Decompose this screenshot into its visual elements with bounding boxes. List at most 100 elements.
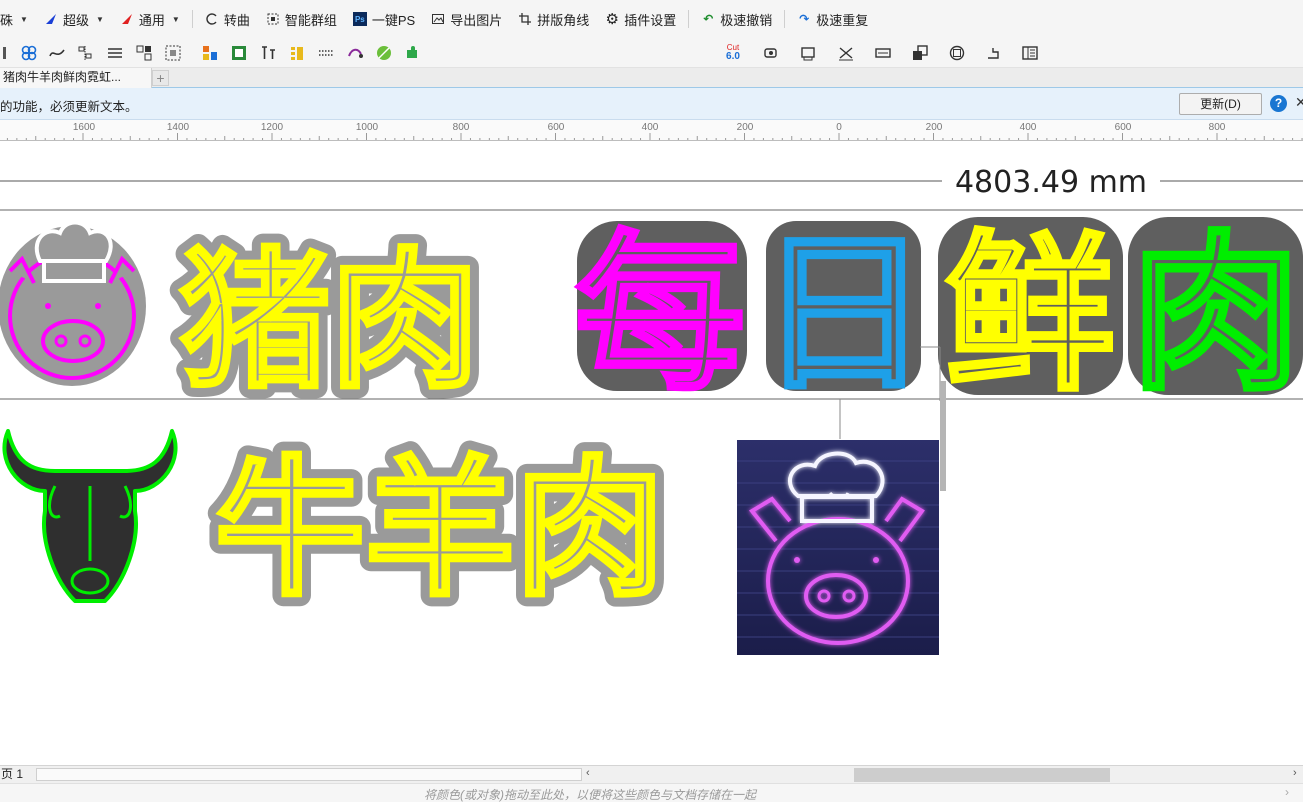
- palette-hint: 将颜色(或对象)拖动至此处，以便将这些颜色与文档存储在一起: [424, 788, 756, 802]
- scroll-right-arrow[interactable]: ›: [1293, 767, 1297, 779]
- list-icon: [291, 47, 303, 60]
- panel-toggle-button[interactable]: [1019, 43, 1041, 63]
- convert-curve-button[interactable]: 转曲: [197, 5, 258, 33]
- text-layout-icon: [262, 46, 275, 59]
- smart-fill-button[interactable]: [18, 43, 40, 63]
- grid-dots-icon: [319, 50, 333, 56]
- layer-tool-button[interactable]: [909, 43, 931, 63]
- keyboard-icon: [875, 48, 891, 58]
- page-tab-1[interactable]: 页 1: [0, 766, 36, 784]
- neon-text-daily-fresh-meat[interactable]: 每 日 鲜 肉: [573, 214, 1303, 416]
- brush-label: 硃: [0, 12, 14, 28]
- ruler-label: 1000: [355, 122, 379, 133]
- image-frame-button[interactable]: [228, 43, 250, 63]
- neon-text-beef-lamb[interactable]: 牛羊肉 牛羊肉: [204, 432, 676, 628]
- document-tab-bar: 猪肉牛羊肉鲜肉霓虹... +: [0, 68, 1303, 88]
- export-image-button[interactable]: 导出图片: [423, 5, 510, 33]
- horizontal-ruler[interactable]: 1600 1400 1200 1000 800 600 400 200 0 20…: [0, 120, 1303, 141]
- super-tool-label: 超级: [62, 12, 89, 28]
- corner-icon: [988, 48, 999, 59]
- arrange-tool-button[interactable]: [133, 43, 155, 63]
- ruler-label: 800: [1208, 122, 1226, 133]
- align-icon: [78, 46, 92, 60]
- canvas-artwork: 4803.49 mm 猪肉 猪肉 每 日 鲜 肉 牛羊肉 牛羊肉: [0, 165, 1303, 655]
- neon-pig-reference-image[interactable]: [737, 440, 939, 655]
- chevron-down-icon[interactable]: ▼: [20, 15, 28, 24]
- help-icon[interactable]: ?: [1270, 95, 1287, 112]
- selection-handle-bar[interactable]: [940, 381, 946, 491]
- crop-marks-button[interactable]: 拼版角线: [510, 5, 597, 33]
- scissor-tool-button[interactable]: [835, 43, 857, 63]
- ruler-label: 0: [836, 122, 842, 133]
- brush-tool[interactable]: 硃 ▼: [0, 5, 36, 33]
- distribute-tool-button[interactable]: [104, 43, 126, 63]
- printer-icon: [801, 47, 815, 61]
- scissor-icon: [839, 47, 853, 61]
- drawing-canvas[interactable]: 4803.49 mm 猪肉 猪肉 每 日 鲜 肉 牛羊肉 牛羊肉: [0, 141, 1303, 765]
- blend-tool-button[interactable]: [344, 43, 366, 63]
- super-tool-icon: [44, 12, 58, 26]
- fast-undo-button[interactable]: ↶ 极速撤销: [693, 5, 780, 33]
- ruler-label: 400: [641, 122, 659, 133]
- page-tab-track: [36, 768, 582, 781]
- icon-toolbar: Cut 6.0: [0, 38, 1303, 68]
- smart-group-button[interactable]: 智能群组: [258, 5, 345, 33]
- close-icon[interactable]: ✕: [1295, 94, 1303, 111]
- toolbar-separator: [191, 10, 193, 28]
- neon-text-pork[interactable]: 猪肉 猪肉: [169, 224, 491, 420]
- cut-badge-icon: Cut 6.0: [723, 43, 743, 63]
- ball-icon: [377, 46, 391, 60]
- grid-tool-button[interactable]: [315, 43, 337, 63]
- chevron-right-icon[interactable]: ›: [1285, 785, 1289, 799]
- neon-char-mei: 每: [575, 216, 745, 414]
- page-navigator: 页 1 ‹ ›: [0, 765, 1303, 783]
- bull-head-logo[interactable]: [2, 429, 178, 603]
- text-layout-button[interactable]: [257, 43, 279, 63]
- ball-tool-button[interactable]: [373, 43, 395, 63]
- toolbar-separator: [688, 10, 690, 28]
- update-button[interactable]: 更新(D): [1179, 93, 1262, 115]
- distribute-icon: [108, 48, 122, 58]
- cut-plugin-button[interactable]: Cut 6.0: [722, 43, 744, 63]
- super-tool-button[interactable]: 超级 ▼: [36, 5, 112, 33]
- one-click-ps-button[interactable]: Ps 一键PS: [345, 5, 423, 33]
- target-tool-button[interactable]: [946, 43, 968, 63]
- smart-group-label: 智能群组: [284, 12, 337, 28]
- ruler-label: 1600: [72, 122, 96, 133]
- plugin-settings-button[interactable]: ⚙ 插件设置: [597, 5, 684, 33]
- toolbar-separator: [784, 10, 786, 28]
- general-tool-label: 通用: [138, 12, 165, 28]
- pig-chef-logo[interactable]: [0, 220, 146, 387]
- select-icon: [165, 45, 181, 61]
- ruler-label: 400: [1019, 122, 1037, 133]
- document-palette-bar[interactable]: 将颜色(或对象)拖动至此处，以便将这些颜色与文档存储在一起 ›: [0, 783, 1303, 802]
- crop-marks-label: 拼版角线: [537, 12, 590, 28]
- horizontal-scrollbar-thumb[interactable]: [854, 768, 1110, 782]
- one-click-ps-label: 一键PS: [371, 12, 416, 28]
- document-tab[interactable]: 猪肉牛羊肉鲜肉霓虹...: [0, 68, 152, 88]
- corner-tool-button[interactable]: [982, 43, 1004, 63]
- print-tool-button-1[interactable]: [760, 43, 782, 63]
- curve-tool-button[interactable]: [46, 43, 68, 63]
- color-block-button[interactable]: [199, 43, 221, 63]
- scroll-left-arrow[interactable]: ‹: [586, 767, 590, 779]
- select-tool-button[interactable]: [162, 43, 184, 63]
- fast-redo-button[interactable]: ↷ 极速重复: [789, 5, 876, 33]
- general-tool-button[interactable]: 通用 ▼: [112, 5, 188, 33]
- print-tool-button-2[interactable]: [797, 43, 819, 63]
- chevron-down-icon[interactable]: ▼: [172, 15, 180, 24]
- list-tool-button[interactable]: [286, 43, 308, 63]
- ruler-label: 200: [925, 122, 943, 133]
- cut-badge-bottom: 6.0: [726, 51, 740, 62]
- puzzle-tool-button[interactable]: [401, 43, 423, 63]
- keyboard-tool-button[interactable]: [872, 43, 894, 63]
- ruler-label: 600: [1114, 122, 1132, 133]
- export-image-label: 导出图片: [450, 12, 503, 28]
- add-tab-button[interactable]: +: [152, 70, 169, 86]
- flower-icon: [21, 45, 37, 61]
- print-icon: [764, 48, 777, 58]
- fast-redo-label: 极速重复: [816, 12, 869, 28]
- chevron-down-icon[interactable]: ▼: [96, 15, 104, 24]
- dimension-line[interactable]: 4803.49 mm: [0, 165, 1303, 200]
- align-tool-button[interactable]: [74, 43, 96, 63]
